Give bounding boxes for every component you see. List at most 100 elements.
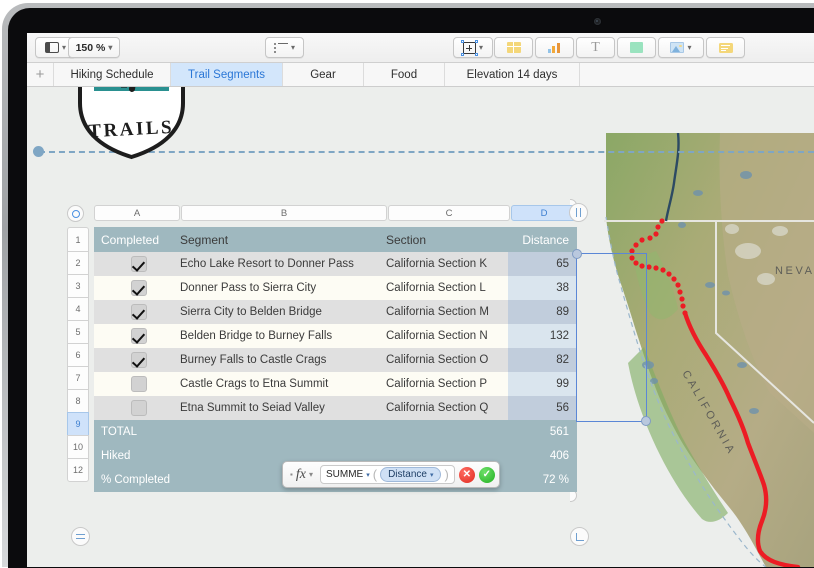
checkbox-checked-icon[interactable] (131, 328, 147, 344)
cell-section[interactable]: California Section O (386, 348, 508, 372)
cell-percent-value[interactable]: 72 % (508, 468, 577, 492)
column-header-d[interactable]: D (511, 205, 577, 221)
column-header-c[interactable]: C (388, 205, 510, 221)
cell-completed[interactable] (94, 276, 180, 300)
cell-distance[interactable]: 56 (508, 396, 577, 420)
cell-blank[interactable] (180, 420, 386, 444)
tab-hiking-schedule[interactable]: Hiking Schedule (54, 63, 171, 86)
formula-function-token[interactable]: SUMME ▾ (326, 469, 370, 480)
add-row-handle[interactable] (71, 527, 90, 546)
checkbox-checked-icon[interactable] (131, 280, 147, 296)
cell-distance[interactable]: 82 (508, 348, 577, 372)
cell-segment[interactable]: Sierra City to Belden Bridge (180, 300, 386, 324)
cell-hiked-label[interactable]: Hiked (94, 444, 180, 468)
insert-shape-button[interactable] (617, 37, 656, 58)
list-format-button[interactable]: ▾ (265, 37, 304, 58)
cell-section[interactable]: California Section L (386, 276, 508, 300)
tab-trail-segments[interactable]: Trail Segments (171, 63, 283, 86)
cell-distance[interactable]: 89 (508, 300, 577, 324)
formula-cancel-button[interactable]: ✕ (458, 466, 475, 483)
table-row[interactable]: Echo Lake Resort to Donner Pass Californ… (94, 252, 577, 276)
cell-segment[interactable]: Belden Bridge to Burney Falls (180, 324, 386, 348)
zoom-level-button[interactable]: 150 % ▾ (68, 37, 120, 58)
row-header-3[interactable]: 3 (67, 274, 89, 298)
cell-section[interactable]: California Section P (386, 372, 508, 396)
cell-completed[interactable] (94, 348, 180, 372)
column-header-b[interactable]: B (181, 205, 387, 221)
tab-food[interactable]: Food (364, 63, 445, 86)
row-header-7[interactable]: 7 (67, 366, 89, 390)
row-header-12[interactable]: 12 (67, 458, 89, 482)
table-row[interactable]: Belden Bridge to Burney Falls California… (94, 324, 577, 348)
insert-comment-button[interactable] (706, 37, 745, 58)
table-row[interactable]: Donner Pass to Sierra City California Se… (94, 276, 577, 300)
header-cell-section[interactable]: Section (386, 227, 508, 252)
formula-editor[interactable]: ▪ fx ▾ SUMME ▾ ( Distance ▾ ) ✕ ✓ (282, 461, 500, 488)
insert-chart-button[interactable] (535, 37, 574, 58)
cell-completed[interactable] (94, 300, 180, 324)
column-header-a[interactable]: A (94, 205, 180, 221)
checkbox-checked-icon[interactable] (131, 352, 147, 368)
row-header-10[interactable]: 10 (67, 435, 89, 459)
table-row[interactable]: Castle Crags to Etna Summit California S… (94, 372, 577, 396)
cell-total-value[interactable]: 561 (508, 420, 577, 444)
formula-fx-button[interactable]: ▪ fx ▾ (287, 467, 316, 483)
chart-icon (547, 42, 562, 53)
map-image[interactable]: NEVADA CALIFORNIA (570, 133, 814, 567)
cell-blank[interactable] (386, 420, 508, 444)
tab-gear[interactable]: Gear (283, 63, 364, 86)
header-cell-segment[interactable]: Segment (180, 227, 386, 252)
checkbox-unchecked-icon[interactable] (131, 400, 147, 416)
cell-section[interactable]: California Section N (386, 324, 508, 348)
row-header-8[interactable]: 8 (67, 389, 89, 413)
cell-hiked-value[interactable]: 406 (508, 444, 577, 468)
table-select-all-button[interactable] (67, 205, 84, 222)
row-header-9[interactable]: 9 (67, 412, 89, 436)
row-header-2[interactable]: 2 (67, 251, 89, 275)
table-row-total[interactable]: TOTAL 561 (94, 420, 577, 444)
checkbox-checked-icon[interactable] (131, 256, 147, 272)
insert-object-button[interactable]: ▾ (453, 37, 493, 58)
tab-elevation-14-days[interactable]: Elevation 14 days (445, 63, 580, 86)
cell-segment[interactable]: Etna Summit to Seiad Valley (180, 396, 386, 420)
header-cell-distance[interactable]: Distance (508, 227, 577, 252)
cell-percent-label[interactable]: % Completed (94, 468, 180, 492)
cell-segment[interactable]: Echo Lake Resort to Donner Pass (180, 252, 386, 276)
cell-completed[interactable] (94, 372, 180, 396)
cell-segment[interactable]: Burney Falls to Castle Crags (180, 348, 386, 372)
cell-section[interactable]: California Section M (386, 300, 508, 324)
cell-distance[interactable]: 65 (508, 252, 577, 276)
add-sheet-button[interactable]: + (27, 63, 54, 86)
chevron-down-icon: ▾ (308, 470, 313, 479)
cell-completed[interactable] (94, 396, 180, 420)
table-row[interactable]: Sierra City to Belden Bridge California … (94, 300, 577, 324)
checkbox-unchecked-icon[interactable] (131, 376, 147, 392)
cell-total-label[interactable]: TOTAL (94, 420, 180, 444)
checkbox-checked-icon[interactable] (131, 304, 147, 320)
cell-distance[interactable]: 38 (508, 276, 577, 300)
insert-media-button[interactable]: ▾ (658, 37, 704, 58)
insert-text-button[interactable]: T (576, 37, 615, 58)
row-header-6[interactable]: 6 (67, 343, 89, 367)
cell-completed[interactable] (94, 324, 180, 348)
formula-token-area[interactable]: SUMME ▾ ( Distance ▾ ) (319, 465, 455, 484)
add-column-handle[interactable] (569, 203, 588, 222)
table-row[interactable]: Burney Falls to Castle Crags California … (94, 348, 577, 372)
insert-table-button[interactable] (494, 37, 533, 58)
trails-logo[interactable]: TRAILS (72, 87, 191, 171)
header-cell-completed[interactable]: Completed (94, 227, 180, 252)
table-row[interactable]: Etna Summit to Seiad Valley California S… (94, 396, 577, 420)
cell-section[interactable]: California Section K (386, 252, 508, 276)
cell-segment[interactable]: Donner Pass to Sierra City (180, 276, 386, 300)
formula-argument-token[interactable]: Distance ▾ (380, 467, 442, 482)
formula-accept-button[interactable]: ✓ (478, 466, 495, 483)
table-resize-handle[interactable] (570, 527, 589, 546)
cell-completed[interactable] (94, 252, 180, 276)
row-header-4[interactable]: 4 (67, 297, 89, 321)
cell-section[interactable]: California Section Q (386, 396, 508, 420)
row-header-5[interactable]: 5 (67, 320, 89, 344)
cell-distance[interactable]: 132 (508, 324, 577, 348)
cell-segment[interactable]: Castle Crags to Etna Summit (180, 372, 386, 396)
row-header-1[interactable]: 1 (67, 227, 89, 252)
cell-distance[interactable]: 99 (508, 372, 577, 396)
